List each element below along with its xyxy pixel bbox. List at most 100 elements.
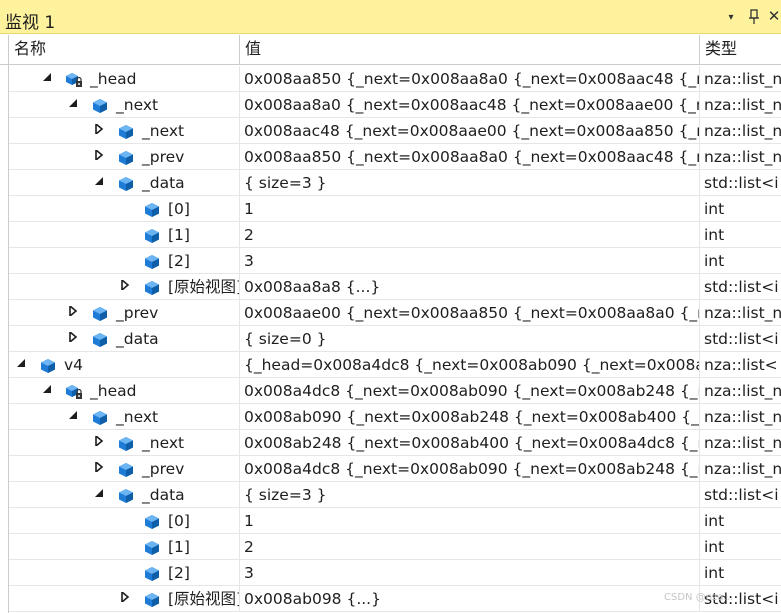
type-cell: int [700,222,781,248]
expander-closed-icon[interactable] [118,274,132,299]
type-cell: nza::list_n [700,66,781,92]
watch-row[interactable]: _prev 0x008a4dc8 {_next=0x008ab090 {_next… [0,456,781,482]
watch-row[interactable]: _next 0x008aac48 {_next=0x008aae00 {_next… [0,118,781,144]
value-cell[interactable]: 0x008aa850 {_next=0x008aa8a0 {_next=0x00… [240,66,700,92]
expander-open-icon[interactable] [40,378,54,403]
expander-open-icon[interactable] [66,92,80,117]
window-menu-dropdown-icon[interactable]: ▾ [722,12,740,23]
watch-row[interactable]: _prev 0x008aae00 {_next=0x008aa850 {_next… [0,300,781,326]
value-cell[interactable]: { size=3 } [240,482,700,508]
expander-closed-icon[interactable] [118,586,132,611]
watch-row[interactable]: _next 0x008ab090 {_next=0x008ab248 {_next… [0,404,781,430]
type-cell: int [700,508,781,534]
variable-name: _head [90,382,137,400]
watch-row[interactable]: _data { size=3 } std::list<i [0,170,781,196]
element-icon [143,592,161,608]
name-cell: _next [9,430,240,456]
element-icon [143,540,161,556]
watch-row[interactable]: _next 0x008ab248 {_next=0x008ab400 {_next… [0,430,781,456]
value-cell[interactable]: 0x008a4dc8 {_next=0x008ab090 {_next=0x00… [240,456,700,482]
watch-row[interactable]: v4 {_head=0x008a4dc8 {_next=0x008ab090 {_… [0,352,781,378]
value-cell[interactable]: {_head=0x008a4dc8 {_next=0x008ab090 {_ne… [240,352,700,378]
name-cell: _data [9,170,240,196]
value-cell[interactable]: 0x008aac48 {_next=0x008aae00 {_next=0x00… [240,118,700,144]
value-cell[interactable]: 1 [240,508,700,534]
watch-row[interactable]: _prev 0x008aa850 {_next=0x008aa8a0 {_next… [0,144,781,170]
field-icon [117,124,135,140]
expander-open-icon[interactable] [92,482,106,507]
type-cell: nza::list_n [700,404,781,430]
expander-closed-icon[interactable] [92,456,106,481]
element-icon [143,254,161,270]
type-cell: std::list<i [700,274,781,300]
variable-name: [1] [168,538,190,556]
value-cell[interactable]: 0x008ab248 {_next=0x008ab400 {_next=0x00… [240,430,700,456]
watch-row[interactable]: [0] 1 int [0,508,781,534]
variable-name: _head [90,70,137,88]
watch-row[interactable]: _data { size=3 } std::list<i [0,482,781,508]
type-cell: nza::list_n [700,144,781,170]
watch-row[interactable]: [1] 2 int [0,222,781,248]
value-cell[interactable]: 0x008aa8a8 {...} [240,274,700,300]
window-title: 监视 1 [5,13,56,33]
name-cell: _prev [9,300,240,326]
value-cell[interactable]: 0x008ab098 {...} [240,586,700,612]
column-header-value[interactable]: 值 [240,35,700,64]
expander-closed-icon[interactable] [92,430,106,455]
watch-row[interactable]: [2] 3 int [0,248,781,274]
column-header-type[interactable]: 类型 [700,35,781,64]
expander-open-icon[interactable] [40,66,54,91]
value-cell[interactable]: 1 [240,196,700,222]
watch-row[interactable]: _head 0x008a4dc8 {_next=0x008ab090 {_next… [0,378,781,404]
watch-row[interactable]: [0] 1 int [0,196,781,222]
name-cell: [原始视图] [9,586,240,612]
type-cell: int [700,248,781,274]
value-cell[interactable]: 3 [240,560,700,586]
expander-closed-icon[interactable] [66,326,80,351]
expander-closed-icon[interactable] [92,118,106,143]
field-icon [117,436,135,452]
type-cell: std::list<i [700,482,781,508]
field-icon [91,306,109,322]
watch-row[interactable]: [2] 3 int [0,560,781,586]
type-cell: std::list<i [700,326,781,352]
expander-open-icon[interactable] [66,404,80,429]
watermark: CSDN @nza... [664,592,733,603]
watch-row[interactable]: _data { size=0 } std::list<i [0,326,781,352]
variable-name: [1] [168,226,190,244]
expander-closed-icon[interactable] [66,300,80,325]
type-cell: int [700,534,781,560]
watch-row[interactable]: _head 0x008aa850 {_next=0x008aa8a0 {_next… [0,66,781,92]
value-cell[interactable]: 2 [240,222,700,248]
value-cell[interactable]: 0x008aa8a0 {_next=0x008aac48 {_next=0x00… [240,92,700,118]
name-cell: [原始视图] [9,274,240,300]
variable-name: [2] [168,252,190,270]
value-cell[interactable]: 0x008a4dc8 {_next=0x008ab090 {_next=0x00… [240,378,700,404]
value-cell[interactable]: 3 [240,248,700,274]
pin-icon[interactable] [745,9,763,29]
value-cell[interactable]: 2 [240,534,700,560]
watch-row[interactable]: _next 0x008aa8a0 {_next=0x008aac48 {_next… [0,92,781,118]
field-icon [91,98,109,114]
column-header-name[interactable]: 名称 [9,35,240,64]
value-cell[interactable]: { size=0 } [240,326,700,352]
value-cell[interactable]: 0x008aa850 {_next=0x008aa8a0 {_next=0x00… [240,144,700,170]
value-cell[interactable]: 0x008aae00 {_next=0x008aa850 {_next=0x00… [240,300,700,326]
element-icon [143,566,161,582]
variable-name: _data [116,330,159,348]
variable-name: _next [142,122,185,140]
value-cell[interactable]: 0x008ab090 {_next=0x008ab248 {_next=0x00… [240,404,700,430]
value-cell[interactable]: { size=3 } [240,170,700,196]
watch-row[interactable]: [原始视图] 0x008aa8a8 {...} std::list<i [0,274,781,300]
field-icon [91,332,109,348]
expander-open-icon[interactable] [14,352,28,377]
variable-name: _next [116,408,159,426]
expander-closed-icon[interactable] [92,144,106,169]
name-cell: _prev [9,456,240,482]
variable-name: _prev [142,460,185,478]
expander-open-icon[interactable] [92,170,106,195]
close-icon[interactable]: ✕ [765,7,781,25]
variable-name: _next [142,434,185,452]
name-cell: [0] [9,196,240,222]
watch-row[interactable]: [1] 2 int [0,534,781,560]
